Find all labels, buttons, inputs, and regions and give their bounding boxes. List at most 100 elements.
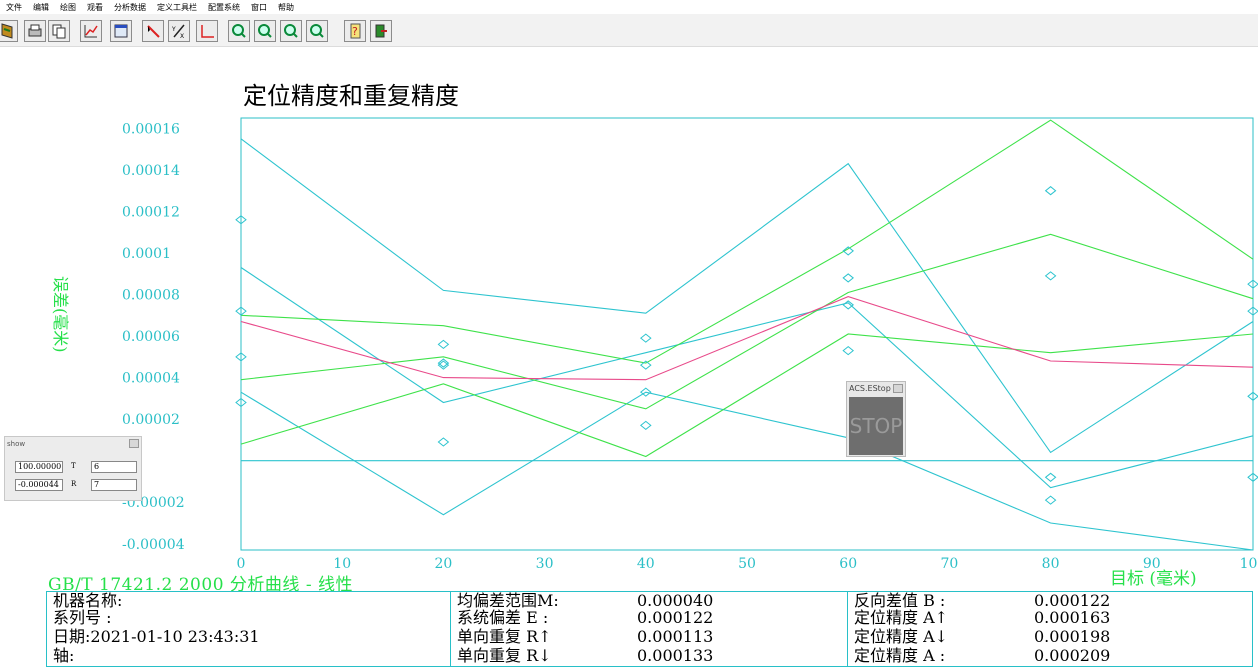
pointer-icon[interactable] [142, 20, 164, 42]
close-icon[interactable] [129, 439, 139, 448]
stat-value: 0.000113 [637, 627, 714, 646]
data-point-marker [437, 437, 450, 447]
position-field[interactable]: 100.00000 [15, 461, 63, 473]
zoom-y-icon[interactable] [306, 20, 328, 42]
x-axis-title: 目标 (毫米) [1110, 569, 1197, 589]
stat-row: 定位精度 A↑ 0.000163 [854, 608, 1110, 627]
zoom-x-icon[interactable] [280, 20, 302, 42]
stat-label: 反向差值 B : [854, 591, 946, 610]
menu-toolbar[interactable]: 定义工具栏 [151, 2, 202, 13]
accuracy-column: 反向差值 B : 0.000122 定位精度 A↑ 0.000163 定位精度 A↓… [848, 592, 1252, 666]
y-tick-label: 0.00004 [122, 371, 180, 387]
data-point-marker [1044, 472, 1057, 482]
y-axis-title: 误差(毫米) [51, 276, 70, 353]
r-field[interactable]: 7 [91, 479, 137, 491]
stat-value: 0.000209 [1034, 646, 1111, 665]
data-point-marker [842, 345, 855, 356]
y-tick-label: 0.00008 [122, 288, 180, 304]
data-point-marker [1044, 271, 1057, 281]
data-point-marker [639, 333, 652, 343]
data-point-marker [1044, 186, 1057, 196]
data-point-marker [639, 420, 652, 431]
menu-file[interactable]: 文件 [0, 2, 27, 13]
series-lines [240, 119, 1254, 551]
stat-label: 单向重复 R↓ [457, 646, 552, 665]
menu-help[interactable]: 帮助 [272, 2, 299, 13]
data-point-marker [842, 273, 855, 283]
close-icon[interactable] [893, 384, 903, 393]
y-tick-label: 0.00002 [122, 412, 180, 428]
date-row: 日期:2021-01-10 23:43:31 [53, 627, 260, 646]
stat-row: 反向差值 B : 0.000122 [854, 591, 1110, 610]
y-tick-label: 0.00016 [122, 121, 180, 137]
chart-icon[interactable] [80, 20, 102, 42]
r-label: R [71, 480, 77, 488]
plot-frame [240, 117, 1254, 551]
help-icon[interactable]: ? [344, 20, 366, 42]
stat-row: 单向重复 R↓ 0.000133 [457, 646, 713, 665]
stat-value: 0.000198 [1034, 627, 1111, 646]
y-tick-label: 0.00014 [122, 163, 180, 179]
stat-value: 0.000133 [637, 646, 714, 665]
svg-text:误差(毫米): 误差(毫米) [51, 276, 70, 353]
chart-title: 定位精度和重复精度 [243, 82, 459, 110]
series-line [240, 296, 1254, 381]
menu-plot[interactable]: 绘图 [54, 2, 81, 13]
data-point-marker [437, 339, 450, 350]
x-tick-label: 50 [738, 556, 756, 570]
y-tick-label: -0.00004 [122, 537, 185, 553]
stat-label: 定位精度 A↑ [854, 608, 949, 627]
stat-row: 均偏差范围M: 0.000040 [457, 591, 713, 610]
x-tick-label: 0 [237, 556, 246, 570]
print-icon[interactable] [24, 20, 46, 42]
stat-label: 均偏差范围M: [457, 591, 559, 610]
stat-label: 定位精度 A : [854, 646, 946, 665]
toolbar: YX ? [0, 14, 1258, 47]
stat-row: 定位精度 A↓ 0.000198 [854, 627, 1110, 646]
show-window[interactable]: show 100.00000 T 6 -0.000044 R 7 [4, 436, 142, 501]
x-tick-label: 70 [940, 556, 958, 570]
x-tick-label: 100 [1240, 556, 1258, 570]
zoom-in-icon[interactable] [228, 20, 250, 42]
zoom-out-icon[interactable] [254, 20, 276, 42]
menu-config[interactable]: 配置系统 [202, 2, 245, 13]
menu-window[interactable]: 窗口 [245, 2, 272, 13]
x-tick-label: 40 [637, 556, 655, 570]
stat-row: 单向重复 R↑ 0.000113 [457, 627, 713, 646]
data-markers [235, 186, 1258, 505]
svg-text:?: ? [352, 25, 358, 38]
x-axis-ticks: 0102030405060708090100 [237, 556, 1258, 570]
menu-view[interactable]: 观看 [81, 2, 108, 13]
machine-info-column: 机器名称: 系列号 : 日期:2021-01-10 23:43:31 轴: [47, 592, 451, 666]
stats-table: 机器名称: 系列号 : 日期:2021-01-10 23:43:31 轴: 均偏… [46, 591, 1253, 667]
stat-row: 定位精度 A : 0.000209 [854, 646, 1110, 665]
exit-icon[interactable] [370, 20, 392, 42]
open-icon[interactable] [0, 20, 18, 42]
menu-bar: 文件 编辑 绘图 观看 分析数据 定义工具栏 配置系统 窗口 帮助 [0, 0, 1258, 14]
copy-icon[interactable] [48, 20, 70, 42]
window-icon[interactable] [110, 20, 132, 42]
series-line [240, 333, 1254, 458]
menu-analyze[interactable]: 分析数据 [108, 2, 151, 13]
x-tick-label: 10 [333, 556, 351, 570]
stat-label: 定位精度 A↓ [854, 627, 949, 646]
axis-icon[interactable] [196, 20, 218, 42]
error-field[interactable]: -0.000044 [15, 479, 63, 491]
series-line [240, 267, 1254, 489]
estop-window: ACS.EStop STOP [846, 381, 906, 457]
series-line [240, 119, 1254, 364]
stop-button[interactable]: STOP [849, 397, 903, 455]
deviation-column: 均偏差范围M: 0.000040 系统偏差 E : 0.000122 单向重复 R↑… [451, 592, 848, 666]
menu-edit[interactable]: 编辑 [27, 2, 54, 13]
series-line [240, 233, 1254, 410]
serial-row: 系列号 : [53, 608, 112, 627]
measure-icon[interactable]: YX [168, 20, 190, 42]
svg-text:X: X [180, 33, 184, 39]
x-tick-label: 20 [434, 556, 452, 570]
y-tick-label: 0.00006 [122, 329, 180, 345]
stat-row: 系统偏差 E : 0.000122 [457, 609, 713, 626]
stat-label: 单向重复 R↑ [457, 627, 552, 646]
t-field[interactable]: 6 [91, 461, 137, 473]
data-point-marker [1044, 495, 1057, 505]
stat-value: 0.000122 [637, 608, 714, 627]
